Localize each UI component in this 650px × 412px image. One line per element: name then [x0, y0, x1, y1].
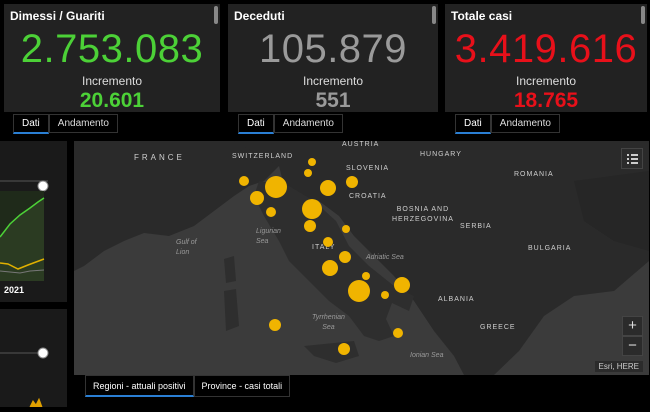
region-bubble[interactable]: [362, 272, 370, 280]
region-bubble[interactable]: [322, 260, 338, 276]
region-bubble[interactable]: [339, 251, 351, 263]
trend-chart-panel: 2021: [0, 141, 67, 302]
bubbles-layer: [239, 158, 410, 355]
list-icon[interactable]: [621, 148, 643, 169]
card-title: Totale casi: [451, 9, 513, 23]
zoom-out-button[interactable]: −: [622, 336, 643, 356]
region-bubble[interactable]: [269, 319, 281, 331]
increment-label: Incremento: [515, 74, 577, 88]
increment-value: 20.601: [79, 89, 145, 112]
axis-year-label: 2021: [4, 285, 25, 295]
region-bubble[interactable]: [323, 237, 333, 247]
map-attribution[interactable]: Esri, HERE: [594, 361, 643, 372]
region-bubble[interactable]: [393, 328, 403, 338]
card-value: 2.753.083: [20, 27, 204, 71]
secondary-chart-panel: [0, 309, 67, 408]
tab-dati[interactable]: Dati: [13, 114, 49, 134]
region-bubble[interactable]: [348, 280, 370, 302]
bar-spike: [29, 397, 43, 408]
region-bubble[interactable]: [381, 291, 389, 299]
tab-province[interactable]: Province - casi totali: [193, 375, 291, 397]
increment-label: Incremento: [81, 74, 143, 88]
increment-label: Incremento: [302, 74, 364, 88]
zoom-in-button[interactable]: +: [622, 316, 643, 336]
scrollbar[interactable]: [214, 6, 218, 24]
tab-andamento[interactable]: Andamento: [490, 114, 560, 133]
region-bubble[interactable]: [265, 176, 287, 198]
region-bubble[interactable]: [338, 343, 350, 355]
card-title: Deceduti: [234, 9, 285, 23]
total-cases-card: Totale casi 3.419.616 Incremento 18.765: [445, 4, 647, 112]
tab-andamento[interactable]: Andamento: [48, 114, 118, 133]
list-icon-glyph: [627, 154, 638, 164]
region-bubble[interactable]: [304, 169, 312, 177]
region-bubble[interactable]: [239, 176, 249, 186]
secondary-chart: [0, 347, 49, 408]
region-bubble[interactable]: [302, 199, 322, 219]
total-tabs: Dati Andamento: [455, 114, 560, 134]
deaths-card: Deceduti 105.879 Incremento 551: [228, 4, 438, 112]
region-bubble[interactable]: [346, 176, 358, 188]
recovered-card: Dimessi / Guariti 2.753.083 Incremento 2…: [4, 4, 220, 112]
region-bubble[interactable]: [266, 207, 276, 217]
tab-andamento[interactable]: Andamento: [273, 114, 343, 133]
scrollbar[interactable]: [641, 6, 645, 24]
slider-handle[interactable]: [37, 347, 49, 359]
trend-chart: [0, 180, 49, 281]
tab-dati[interactable]: Dati: [238, 114, 274, 134]
card-value: 105.879: [258, 27, 408, 71]
map-view[interactable]: FRANCE SWITZERLAND AUSTRIA HUNGARY SLOVE…: [74, 141, 649, 375]
region-bubble[interactable]: [308, 158, 316, 166]
recovered-tabs: Dati Andamento: [13, 114, 118, 134]
map-tabs: Regioni - attuali positivi Province - ca…: [85, 375, 291, 397]
increment-value: 18.765: [513, 89, 579, 112]
deaths-tabs: Dati Andamento: [238, 114, 343, 134]
region-bubble[interactable]: [304, 220, 316, 232]
region-bubble[interactable]: [342, 225, 350, 233]
tab-regioni[interactable]: Regioni - attuali positivi: [85, 375, 194, 397]
region-bubble[interactable]: [394, 277, 410, 293]
tab-dati[interactable]: Dati: [455, 114, 491, 134]
region-bubble[interactable]: [250, 191, 264, 205]
scrollbar[interactable]: [432, 6, 436, 24]
increment-value: 551: [315, 89, 351, 112]
card-title: Dimessi / Guariti: [10, 9, 105, 23]
slider-handle[interactable]: [37, 180, 49, 192]
card-value: 3.419.616: [454, 27, 638, 71]
region-bubble[interactable]: [320, 180, 336, 196]
